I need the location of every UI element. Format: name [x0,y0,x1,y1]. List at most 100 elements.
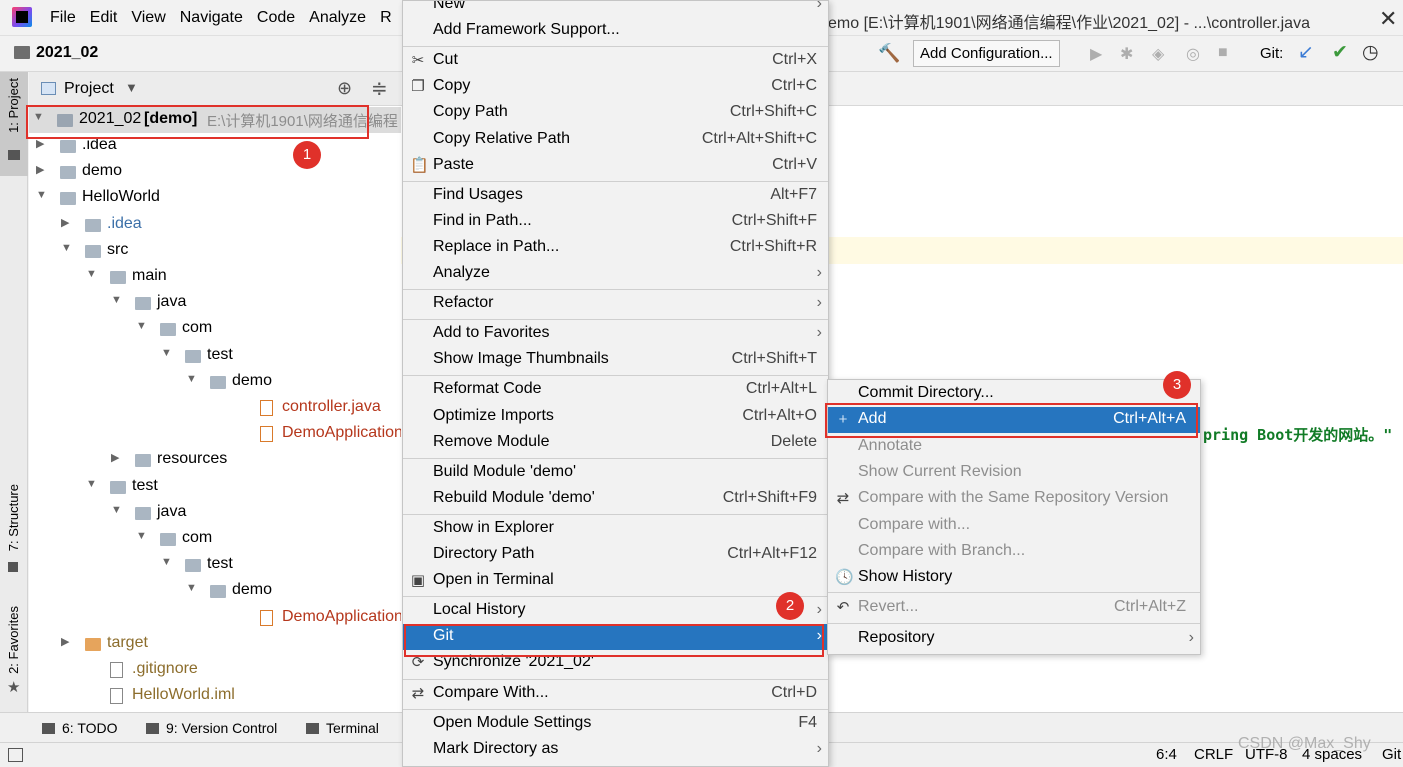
tree-row[interactable]: controller.java [29,395,401,421]
tree-row[interactable]: HelloWorld.iml [29,683,401,709]
git-history-icon[interactable]: ◷ [1362,41,1379,64]
menu-item[interactable]: Remove Module Delete [403,430,828,456]
menu-item[interactable]: Local History › [403,598,828,624]
menu-edit[interactable]: Edit [90,9,118,27]
chevron-down-icon[interactable]: ▼ [186,373,197,385]
menu-item[interactable]: Refactor › [403,291,828,317]
menu-file[interactable]: File [50,9,76,27]
tree-row[interactable]: ▶ demo [29,159,401,185]
collapse-all-icon[interactable]: ≑ [371,76,388,101]
folder-icon [210,585,226,599]
debug-icon[interactable]: ✱ [1120,44,1133,64]
menu-item[interactable]: Find in Path... Ctrl+Shift+F [403,209,828,235]
menu-item[interactable]: Replace in Path... Ctrl+Shift+R [403,235,828,261]
chevron-down-icon[interactable]: ▼ [125,80,138,95]
stop-icon[interactable]: ■ [1218,44,1228,62]
menu-item[interactable]: Add Framework Support... [403,18,828,44]
close-icon[interactable]: ✕ [1379,6,1397,32]
tree-row[interactable]: .gitignore [29,657,401,683]
chevron-down-icon[interactable]: ▼ [36,189,47,201]
submenu-item[interactable]: 🕓 Show History [828,565,1200,591]
locate-file-icon[interactable]: ⊕ [337,78,352,99]
menu-item[interactable]: ❐ Copy Ctrl+C [403,74,828,100]
chevron-down-icon[interactable]: ▼ [136,530,147,542]
menu-analyze[interactable]: Analyze [309,9,366,27]
vcs-branch[interactable]: Git [1382,746,1401,763]
build-hammer-icon[interactable]: 🔨 [878,43,900,64]
menu-item[interactable]: Show in Explorer [403,516,828,542]
menu-item[interactable]: New › [403,1,828,18]
menu-item[interactable]: ▣ Open in Terminal [403,568,828,594]
tree-row[interactable]: ▼ demo [29,578,401,604]
menu-separator [403,46,828,48]
menu-item[interactable]: Reformat Code Ctrl+Alt+L [403,377,828,403]
menu-refactor[interactable]: R [380,9,392,27]
tree-row[interactable]: ▼ main [29,264,401,290]
tree-row[interactable]: ▼ com [29,316,401,342]
menu-item[interactable]: Show Image Thumbnails Ctrl+Shift+T [403,347,828,373]
menu-item[interactable]: Optimize Imports Ctrl+Alt+O [403,404,828,430]
git-commit-icon[interactable]: ✔ [1332,41,1348,64]
submenu-item[interactable]: Repository › [828,626,1200,652]
menu-navigate[interactable]: Navigate [180,9,243,27]
menu-item[interactable]: Analyze › [403,261,828,287]
menu-item[interactable]: ✂ Cut Ctrl+X [403,48,828,74]
favorites-tool-tab[interactable]: 2: Favorites [6,606,21,674]
menu-view[interactable]: View [131,9,165,27]
project-panel-title[interactable]: Project [64,80,114,98]
chevron-down-icon[interactable]: ▼ [86,478,97,490]
tree-row[interactable]: ▼ java [29,500,401,526]
menu-item[interactable]: Copy Relative Path Ctrl+Alt+Shift+C [403,127,828,153]
terminal-tool-tab[interactable]: Terminal [306,720,379,736]
menu-item[interactable]: Copy Path Ctrl+Shift+C [403,100,828,126]
chevron-down-icon[interactable]: ▼ [161,556,172,568]
menu-item[interactable]: Build Module 'demo' [403,460,828,486]
tree-row[interactable]: ▼ test [29,474,401,500]
menu-item[interactable]: Mark Directory as › [403,737,828,763]
git-update-icon[interactable]: ↙ [1298,41,1314,64]
chevron-down-icon[interactable]: ▼ [186,582,197,594]
caret-position[interactable]: 6:4 [1156,746,1177,763]
tree-row[interactable]: ▶ resources [29,447,401,473]
tree-row[interactable]: ▼ demo [29,369,401,395]
menu-item[interactable]: Rebuild Module 'demo' Ctrl+Shift+F9 [403,486,828,512]
chevron-down-icon[interactable]: ▼ [161,347,172,359]
breadcrumb-project[interactable]: 2021_02 [36,44,98,62]
add-configuration-button[interactable]: Add Configuration... [913,40,1060,67]
chevron-down-icon[interactable]: ▼ [111,294,122,306]
tree-row[interactable]: ▼ com [29,526,401,552]
menu-item[interactable]: Directory Path Ctrl+Alt+F12 [403,542,828,568]
tool-windows-toggle-icon[interactable] [8,748,23,762]
chevron-right-icon[interactable]: ▶ [111,451,119,464]
tree-row[interactable]: ▼ test [29,552,401,578]
chevron-down-icon[interactable]: ▼ [86,268,97,280]
chevron-down-icon[interactable]: ▼ [136,320,147,332]
chevron-right-icon[interactable]: ▶ [61,635,69,648]
tree-row[interactable]: ▶ .idea [29,212,401,238]
menu-item[interactable]: 📋 Paste Ctrl+V [403,153,828,179]
chevron-down-icon[interactable]: ▼ [61,242,72,254]
version-control-tool-tab[interactable]: 9: Version Control [146,720,277,736]
tree-row[interactable]: ▶ target [29,631,401,657]
menu-code[interactable]: Code [257,9,295,27]
tree-row[interactable]: DemoApplication [29,421,401,447]
chevron-right-icon[interactable]: ▶ [61,216,69,229]
run-icon[interactable]: ▶ [1090,44,1102,64]
chevron-down-icon[interactable]: ▼ [111,504,122,516]
tree-row[interactable]: ▼ test [29,343,401,369]
coverage-icon[interactable]: ◈ [1152,44,1164,64]
todo-tool-tab[interactable]: 6: TODO [42,720,118,736]
tree-row[interactable]: DemoApplication [29,605,401,631]
menu-item[interactable]: Add to Favorites › [403,321,828,347]
profile-icon[interactable]: ◎ [1186,44,1200,64]
menu-item[interactable]: Find Usages Alt+F7 [403,183,828,209]
chevron-right-icon[interactable]: ▶ [36,163,44,176]
menu-item[interactable]: Open Module Settings F4 [403,711,828,737]
tree-row[interactable]: ▼ HelloWorld [29,185,401,211]
structure-tool-tab[interactable]: 7: Structure [6,484,21,551]
line-separator[interactable]: CRLF [1194,746,1233,763]
tree-row[interactable]: ▼ java [29,290,401,316]
tree-row[interactable]: ▼ src [29,238,401,264]
project-tool-tab[interactable]: 1: Project [0,72,28,176]
menu-item[interactable]: ⇄ Compare With... Ctrl+D [403,681,828,707]
